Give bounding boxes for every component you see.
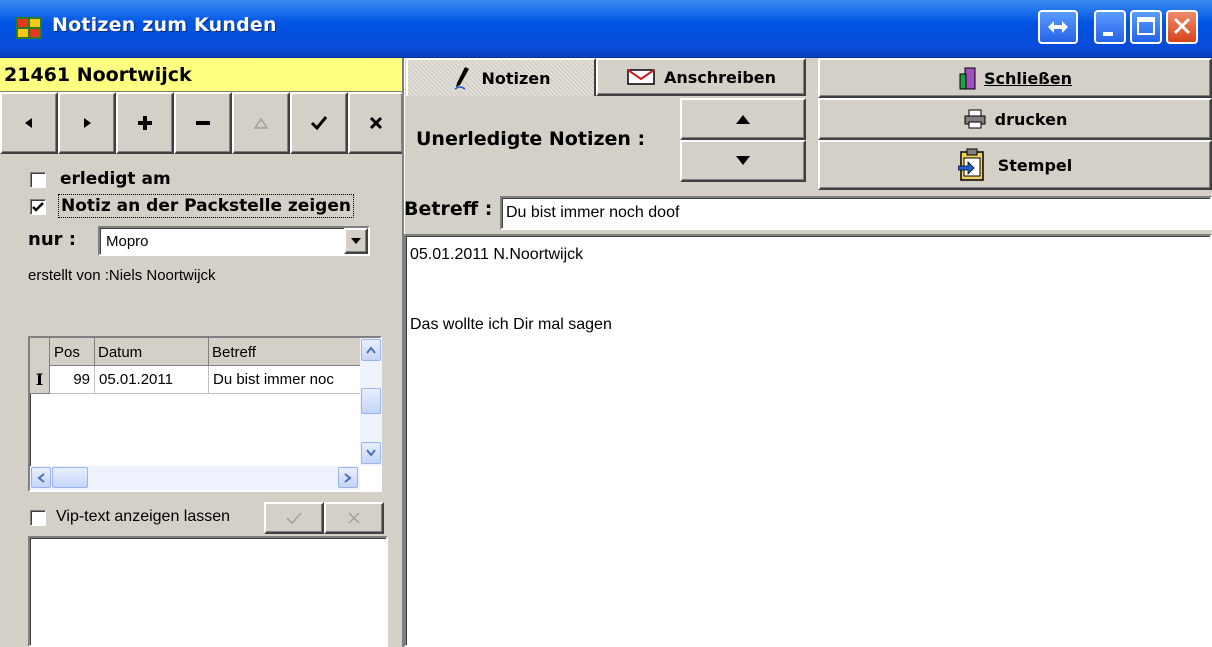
nav-edit-button[interactable] bbox=[232, 92, 290, 154]
close-button-label: Schließen bbox=[984, 68, 1072, 88]
notes-memo[interactable]: 05.01.2011 N.Noortwijck Das wollte ich D… bbox=[404, 234, 1212, 647]
customer-header: 21461 Noortwijck bbox=[0, 58, 404, 92]
x-icon bbox=[369, 116, 383, 130]
tab-anschreiben[interactable]: Anschreiben bbox=[596, 58, 806, 96]
row-edit-indicator-icon: I bbox=[30, 366, 50, 394]
triangle-left-icon bbox=[25, 118, 32, 128]
print-button-label: drucken bbox=[994, 109, 1068, 129]
app-icon bbox=[14, 13, 44, 43]
betreff-value: Du bist immer noch doof bbox=[506, 204, 680, 221]
minimize-button[interactable] bbox=[1094, 10, 1126, 44]
printer-icon bbox=[964, 109, 986, 129]
triangle-up-icon bbox=[253, 117, 269, 129]
check-icon bbox=[32, 202, 44, 212]
vip-cancel-button[interactable] bbox=[324, 502, 384, 534]
packstelle-checkbox[interactable] bbox=[30, 199, 46, 215]
minus-icon bbox=[196, 121, 210, 125]
double-arrow-icon bbox=[1048, 21, 1068, 33]
nur-dropdown-button[interactable] bbox=[344, 228, 368, 254]
scroll-left-button[interactable] bbox=[31, 467, 51, 488]
tab-anschreiben-label: Anschreiben bbox=[663, 67, 777, 87]
stamp-button-label: Stempel bbox=[997, 155, 1073, 175]
stamp-button[interactable]: Stempel bbox=[818, 140, 1212, 190]
vip-label: Vip-text anzeigen lassen bbox=[56, 508, 231, 525]
close-button[interactable]: Schließen bbox=[818, 58, 1212, 98]
scroll-right-button[interactable] bbox=[338, 467, 358, 488]
nav-prior-button[interactable] bbox=[0, 92, 58, 154]
erstellt-von-text: erstellt von :Niels Noortwijck bbox=[28, 267, 216, 284]
memo-line-1: 05.01.2011 N.Noortwijck bbox=[410, 246, 584, 263]
scroll-thumb-horizontal[interactable] bbox=[52, 467, 88, 488]
nav-next-button[interactable] bbox=[58, 92, 116, 154]
grid-indicator-header bbox=[30, 338, 50, 366]
triangle-down-icon bbox=[736, 156, 750, 165]
maximize-button[interactable] bbox=[1130, 10, 1162, 44]
pen-icon bbox=[454, 67, 470, 90]
nav-insert-button[interactable] bbox=[116, 92, 174, 154]
grid-col-pos[interactable]: Pos bbox=[54, 344, 80, 361]
close-window-button[interactable] bbox=[1166, 10, 1198, 44]
vip-checkbox[interactable] bbox=[30, 510, 46, 526]
memo-line-2: Das wollte ich Dir mal sagen bbox=[410, 316, 612, 333]
grid-vertical-scrollbar[interactable] bbox=[360, 338, 382, 466]
table-row[interactable]: 99 05.01.2011 Du bist immer noc bbox=[50, 366, 360, 394]
scroll-down-button[interactable] bbox=[361, 442, 381, 464]
nav-delete-button[interactable] bbox=[174, 92, 232, 154]
resize-width-button[interactable] bbox=[1038, 10, 1078, 44]
grid-horizontal-scrollbar[interactable] bbox=[30, 466, 360, 490]
scroll-thumb-vertical[interactable] bbox=[361, 388, 381, 414]
unerledigte-notizen-label: Unerledigte Notizen : bbox=[416, 128, 646, 150]
triangle-up-icon bbox=[736, 115, 750, 124]
checkmark-icon bbox=[286, 512, 302, 525]
notes-grid[interactable]: Pos Datum Betreff I 99 05.01.2011 Du bis… bbox=[28, 336, 382, 492]
nur-label: nur : bbox=[28, 229, 76, 250]
vip-confirm-button[interactable] bbox=[264, 502, 324, 534]
row-pos: 99 bbox=[73, 371, 90, 388]
packstelle-label: Notiz an der Packstelle zeigen bbox=[58, 194, 354, 218]
grid-col-datum[interactable]: Datum bbox=[98, 344, 142, 361]
erledigt-checkbox[interactable] bbox=[30, 172, 46, 188]
chevron-down-icon bbox=[366, 449, 376, 457]
row-datum: 05.01.2011 bbox=[99, 371, 173, 388]
betreff-label: Betreff : bbox=[404, 198, 493, 220]
vip-text-area[interactable] bbox=[28, 536, 388, 647]
nav-post-button[interactable] bbox=[290, 92, 348, 154]
chevron-up-icon bbox=[366, 346, 376, 354]
plus-icon bbox=[138, 116, 152, 130]
print-button[interactable]: drucken bbox=[818, 98, 1212, 140]
scroll-up-button[interactable] bbox=[361, 339, 381, 361]
envelope-icon bbox=[627, 69, 655, 85]
betreff-input[interactable]: Du bist immer noch doof bbox=[500, 196, 1212, 230]
tab-notizen-label: Notizen bbox=[481, 68, 551, 88]
grid-col-betreff[interactable]: Betreff bbox=[212, 344, 256, 361]
tab-notizen[interactable]: Notizen bbox=[406, 58, 596, 96]
close-icon bbox=[1173, 17, 1191, 35]
next-unerledigt-button[interactable] bbox=[680, 140, 806, 182]
checkmark-icon bbox=[310, 116, 328, 131]
minimize-icon bbox=[1103, 32, 1113, 36]
erledigt-label: erledigt am bbox=[60, 169, 171, 189]
chevron-right-icon bbox=[344, 472, 352, 483]
clipboard-stamp-icon bbox=[957, 148, 984, 181]
chevron-left-icon bbox=[37, 472, 45, 483]
door-exit-icon bbox=[959, 67, 976, 90]
nav-cancel-button[interactable] bbox=[348, 92, 404, 154]
x-icon bbox=[348, 512, 360, 524]
prev-unerledigt-button[interactable] bbox=[680, 98, 806, 140]
row-betreff: Du bist immer noc bbox=[213, 371, 334, 388]
triangle-right-icon bbox=[84, 118, 91, 128]
nur-select-value: Mopro bbox=[106, 233, 149, 250]
nur-select[interactable]: Mopro bbox=[98, 226, 370, 256]
window-title: Notizen zum Kunden bbox=[52, 14, 277, 36]
chevron-down-icon bbox=[351, 238, 361, 244]
